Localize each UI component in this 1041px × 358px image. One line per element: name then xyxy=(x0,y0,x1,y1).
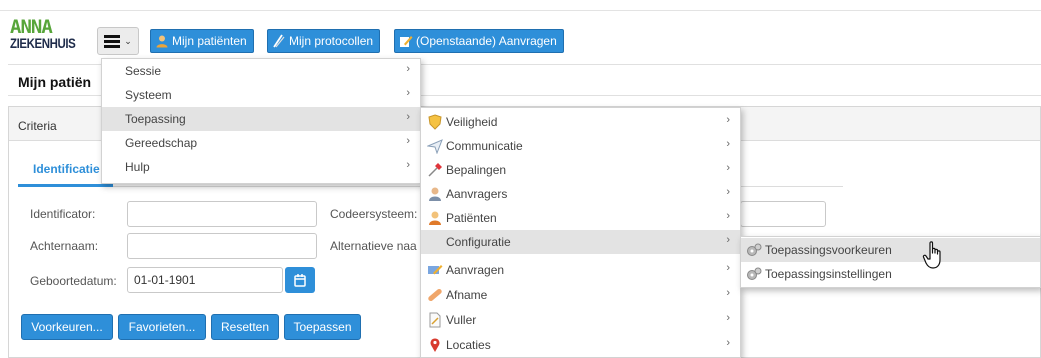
codeersysteem-label: Codeersysteem: xyxy=(330,207,418,221)
identificator-label: Identificator: xyxy=(30,207,96,221)
syringe-icon xyxy=(428,163,442,177)
identificator-field[interactable] xyxy=(127,201,317,227)
chevron-right-icon: › xyxy=(726,114,730,126)
location-pin-icon xyxy=(430,338,440,352)
chevron-right-icon: › xyxy=(406,111,410,123)
geboortedatum-field[interactable]: 01-01-1901 xyxy=(127,267,283,293)
user-icon xyxy=(156,35,168,48)
menu-item-systeem[interactable]: Systeem › xyxy=(102,83,420,107)
menu-item-configuratie[interactable]: Configuratie › xyxy=(421,230,740,254)
voorkeuren-button[interactable]: Voorkeuren... xyxy=(21,314,113,340)
menu-item-vuller[interactable]: Vuller › xyxy=(421,308,740,332)
chevron-right-icon: › xyxy=(406,159,410,171)
menu-item-label: Toepassingsvoorkeuren xyxy=(765,243,892,257)
menu-item-label: Veiligheid xyxy=(446,115,498,129)
menu-item-patienten[interactable]: Patiënten › xyxy=(421,206,740,230)
codeersysteem-field[interactable] xyxy=(740,201,826,227)
my-protocols-button[interactable]: Mijn protocollen xyxy=(267,29,381,53)
doctor-icon xyxy=(429,187,441,201)
pencil-icon xyxy=(400,36,413,47)
menu-item-aanvragers[interactable]: Aanvragers › xyxy=(421,182,740,206)
menu-item-label: Gereedschap xyxy=(125,136,198,150)
menu-item-label: Communicatie xyxy=(446,139,523,153)
top-divider xyxy=(0,10,1041,11)
patient-icon xyxy=(429,211,441,225)
configuratie-submenu: Toepassingsvoorkeuren Toepassingsinstell… xyxy=(740,236,1041,288)
tab-identificatie[interactable]: Identificatie xyxy=(33,162,100,176)
menu-item-communicatie[interactable]: Communicatie › xyxy=(421,134,740,158)
menu-item-label: Afname xyxy=(446,288,488,302)
menu-item-label: Vuller xyxy=(446,313,477,327)
shield-icon xyxy=(428,114,442,130)
chevron-right-icon: › xyxy=(406,63,410,75)
chevron-right-icon: › xyxy=(726,337,730,349)
hand-cursor-icon xyxy=(922,241,941,269)
calendar-icon xyxy=(294,274,306,287)
menu-item-bepalingen[interactable]: Bepalingen › xyxy=(421,158,740,182)
alternatieve-naam-label: Alternatieve naa xyxy=(330,239,417,253)
menu-item-gereedschap[interactable]: Gereedschap › xyxy=(102,131,420,155)
menu-item-toepassing[interactable]: Toepassing › xyxy=(102,107,420,131)
menu-item-label: Hulp xyxy=(125,160,150,174)
menu-item-label: Configuratie xyxy=(446,235,511,249)
logo-line-2: ZIEKENHUIS xyxy=(10,35,76,51)
menu-item-hulp[interactable]: Hulp › xyxy=(102,155,420,179)
chevron-right-icon: › xyxy=(406,87,410,99)
anna-ziekenhuis-logo: ANNA ZIEKENHUIS xyxy=(6,18,94,54)
open-requests-button[interactable]: (Openstaande) Aanvragen xyxy=(394,29,564,53)
gears-icon xyxy=(747,243,762,256)
menu-item-sessie[interactable]: Sessie › xyxy=(102,59,420,83)
menu-item-label: Locaties xyxy=(446,338,491,352)
menu-item-toepassingsvoorkeuren[interactable]: Toepassingsvoorkeuren xyxy=(741,238,1040,262)
calendar-button[interactable] xyxy=(285,267,315,293)
menu-item-label: Bepalingen xyxy=(446,163,507,177)
my-protocols-label: Mijn protocollen xyxy=(289,34,374,48)
achternaam-field[interactable] xyxy=(127,233,317,259)
menu-item-afname[interactable]: Afname › xyxy=(421,283,740,307)
menu-item-locaties[interactable]: Locaties › xyxy=(421,333,740,357)
chevron-right-icon: › xyxy=(406,135,410,147)
tab-active-indicator xyxy=(18,184,113,187)
menu-item-label: Toepassingsinstellingen xyxy=(765,267,892,281)
criteria-title: Criteria xyxy=(18,119,57,133)
chevron-right-icon: › xyxy=(726,186,730,198)
geboortedatum-label: Geboortedatum: xyxy=(30,274,117,288)
chevron-right-icon: › xyxy=(726,287,730,299)
menu-item-label: Systeem xyxy=(125,88,172,102)
hamburger-icon xyxy=(104,35,121,48)
gears-icon xyxy=(747,267,762,280)
achternaam-label: Achternaam: xyxy=(30,239,99,253)
chevron-right-icon: › xyxy=(726,312,730,324)
chevron-right-icon: › xyxy=(726,234,730,246)
menu-item-aanvragen[interactable]: Aanvragen › xyxy=(421,258,740,282)
favorieten-button[interactable]: Favorieten... xyxy=(118,314,206,340)
paper-plane-icon xyxy=(427,139,443,154)
menu-item-label: Aanvragen xyxy=(446,263,505,277)
menu-item-veiligheid[interactable]: Veiligheid › xyxy=(421,110,740,134)
menu-item-label: Sessie xyxy=(125,64,162,78)
menu-item-label: Aanvragers xyxy=(446,187,508,201)
document-icon xyxy=(429,312,441,328)
toepassen-button[interactable]: Toepassen xyxy=(284,314,361,340)
open-requests-label: (Openstaande) Aanvragen xyxy=(416,34,557,48)
chevron-down-icon: ⌄ xyxy=(124,35,132,46)
chevron-right-icon: › xyxy=(726,138,730,150)
my-patients-button[interactable]: Mijn patiënten xyxy=(150,29,254,53)
menu-item-toepassingsinstellingen[interactable]: Toepassingsinstellingen xyxy=(741,262,1040,286)
main-menu-button[interactable]: ⌄ xyxy=(97,27,139,55)
form-pencil-icon xyxy=(428,265,443,275)
chevron-right-icon: › xyxy=(726,210,730,222)
protocol-icon xyxy=(273,34,285,48)
main-menu: Sessie › Systeem › Toepassing › Gereedschap… xyxy=(101,58,421,184)
menu-item-label: Patiënten xyxy=(446,211,497,225)
chevron-right-icon: › xyxy=(726,262,730,274)
chevron-right-icon: › xyxy=(726,162,730,174)
toepassing-submenu: Veiligheid › Communicatie › Bepalingen › Aa… xyxy=(420,107,741,358)
my-patients-label: Mijn patiënten xyxy=(172,34,247,48)
menu-item-label: Toepassing xyxy=(125,112,186,126)
page-title: Mijn patiën xyxy=(18,74,92,90)
resetten-button[interactable]: Resetten xyxy=(211,314,279,340)
bandage-icon xyxy=(428,288,442,302)
